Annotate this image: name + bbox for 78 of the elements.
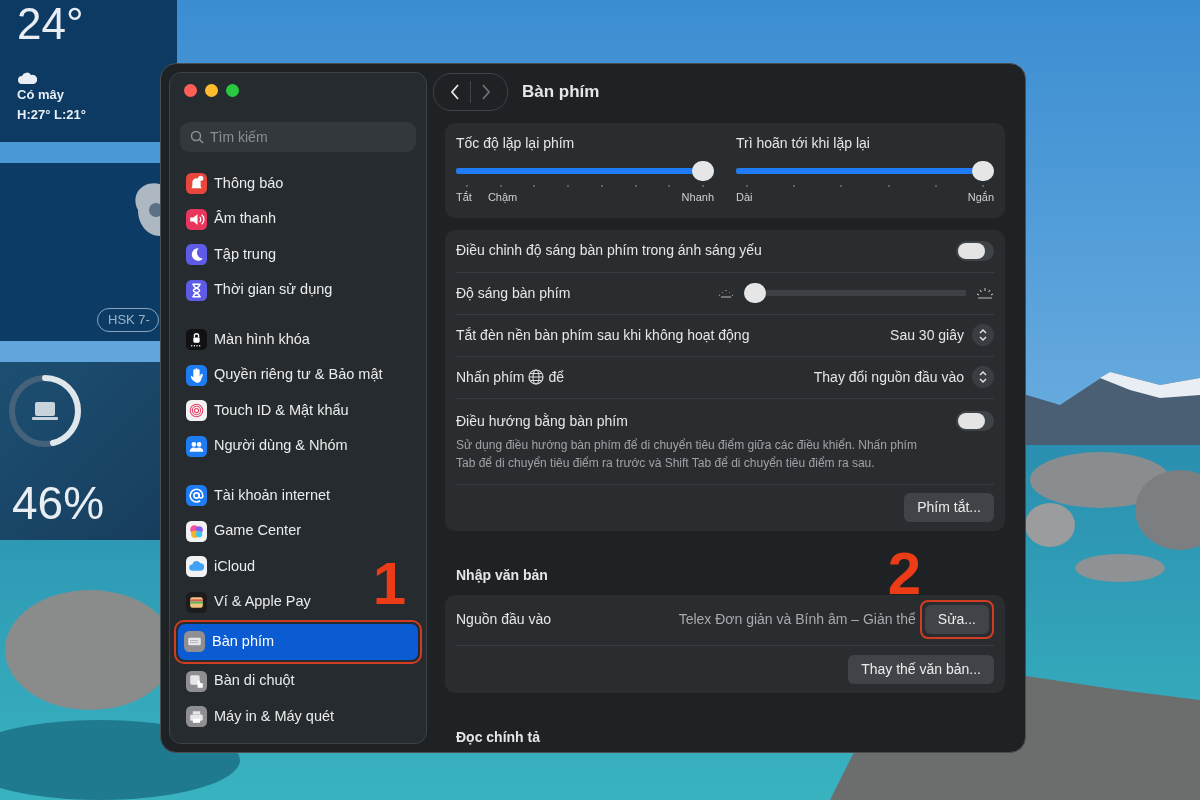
action-button[interactable]: Thay thế văn bản... [848,654,994,684]
circles-icon [186,520,207,542]
sidebar-item[interactable]: Ví & Apple Pay [180,584,317,620]
brightness-high-icon [976,287,994,299]
search-icon [190,130,204,144]
sidebar-item[interactable]: Tập trung [180,237,283,273]
fingerprint-icon [186,400,207,422]
sidebar-item[interactable]: Âm thanh [180,201,283,237]
sidebar-item[interactable]: Touch ID & Mật khẩu [180,393,355,429]
setting-label: Tắt đèn nền bàn phím sau khi không hoạt động [456,325,750,345]
moon-icon [186,244,207,266]
sidebar-item[interactable]: iCloud [180,549,262,585]
select-control[interactable]: Sau 30 giây [890,324,994,346]
setting-label: Điều hướng bằng bàn phím [456,411,629,431]
minimize-button[interactable] [205,84,218,97]
sidebar-item[interactable]: Bàn phím [178,624,418,660]
section-heading: Đọc chính tả [456,727,540,747]
edit-button[interactable]: Sửa... [924,605,989,634]
sidebar-item[interactable]: Quyền riêng tư & Bảo mật [180,357,389,393]
wallet-icon [186,591,207,613]
temperature-range: H:27° L:21° [17,105,87,124]
back-icon [449,83,461,101]
callout-number: 2 [887,544,922,604]
hand-icon [186,364,207,386]
slider-thumb[interactable] [692,161,714,181]
stepper-icon [972,366,994,388]
slider-label: Tốc độ lặp lại phím [456,134,576,153]
bell-icon [186,173,207,195]
sidebar-item[interactable]: Màn hình khóa [180,322,316,358]
callout-number: 1 [372,554,406,614]
setting-value: Telex Đơn giản và Bính âm – Giản thể [678,610,916,629]
scale-label: Chậm [487,190,518,205]
zoom-button[interactable] [226,84,239,97]
globe-icon [528,369,545,385]
search-field[interactable]: Tìm kiếm [180,122,416,152]
speaker-icon [186,208,207,230]
action-button[interactable]: Phím tắt... [904,493,994,522]
scale-label: Dài [736,190,753,205]
setting-label: Điều chỉnh độ sáng bàn phím trong ánh sáng yếu [456,241,763,260]
setting-label: Nhấn phím [456,367,525,387]
slider-thumb[interactable] [972,161,994,181]
slider-thumb[interactable] [744,283,766,303]
scale-label: Ngắn [967,190,994,205]
sidebar-item[interactable]: Game Center [180,513,308,549]
sidebar-item[interactable]: Máy in & Máy quét [180,699,341,735]
sidebar-item[interactable]: Người dùng & Nhóm [180,428,354,464]
sidebar-item[interactable]: Tài khoản internet [180,478,337,514]
weather-condition: Có mây [17,86,65,104]
setting-label: Độ sáng bàn phím [456,283,572,303]
sidebar-item[interactable]: Bàn di chuột [180,663,301,699]
sidebar-item[interactable]: Thời gian sử dụng [180,272,339,308]
page-title: Bàn phím [522,81,600,104]
close-button[interactable] [184,84,197,97]
people-icon [186,435,207,457]
keyboard-icon [184,631,205,653]
select-control[interactable]: Thay đổi nguồn đầu vào [813,366,994,388]
brightness-low-icon [718,287,734,299]
stepper-icon [972,324,994,346]
hourglass-icon [186,279,207,301]
scale-label: Nhanh [681,190,714,205]
lock-icon [186,329,207,351]
setting-description: Sử dụng điều hướng bàn phím để di chuyển tiêu điểm giữa các điều khiển. Nhấn phím Tab để di chuyển tiêu điểm ra trước và Shift Tab để di chuyển tiêu điểm ra sau. [456,436,918,472]
scale-label: Tắt [456,190,472,205]
temperature-text: 24° [17,2,85,46]
sidebar-item[interactable]: Thông báo [180,166,290,202]
at-sign-icon [186,485,207,507]
setting-label: để [548,367,565,387]
setting-label: Nguồn đầu vào [456,610,552,629]
laptop-icon [32,401,58,420]
cloud-icon [17,70,37,85]
battery-percent: 46% [12,480,105,526]
toggle-switch[interactable] [956,240,994,261]
cloud-icon [186,556,207,578]
printer-icon [186,706,207,728]
toggle-switch[interactable] [956,410,994,431]
forward-icon [480,83,492,101]
section-heading: Nhập văn bản [456,565,548,585]
slider-label: Trì hoãn tới khi lặp lại [736,134,871,153]
